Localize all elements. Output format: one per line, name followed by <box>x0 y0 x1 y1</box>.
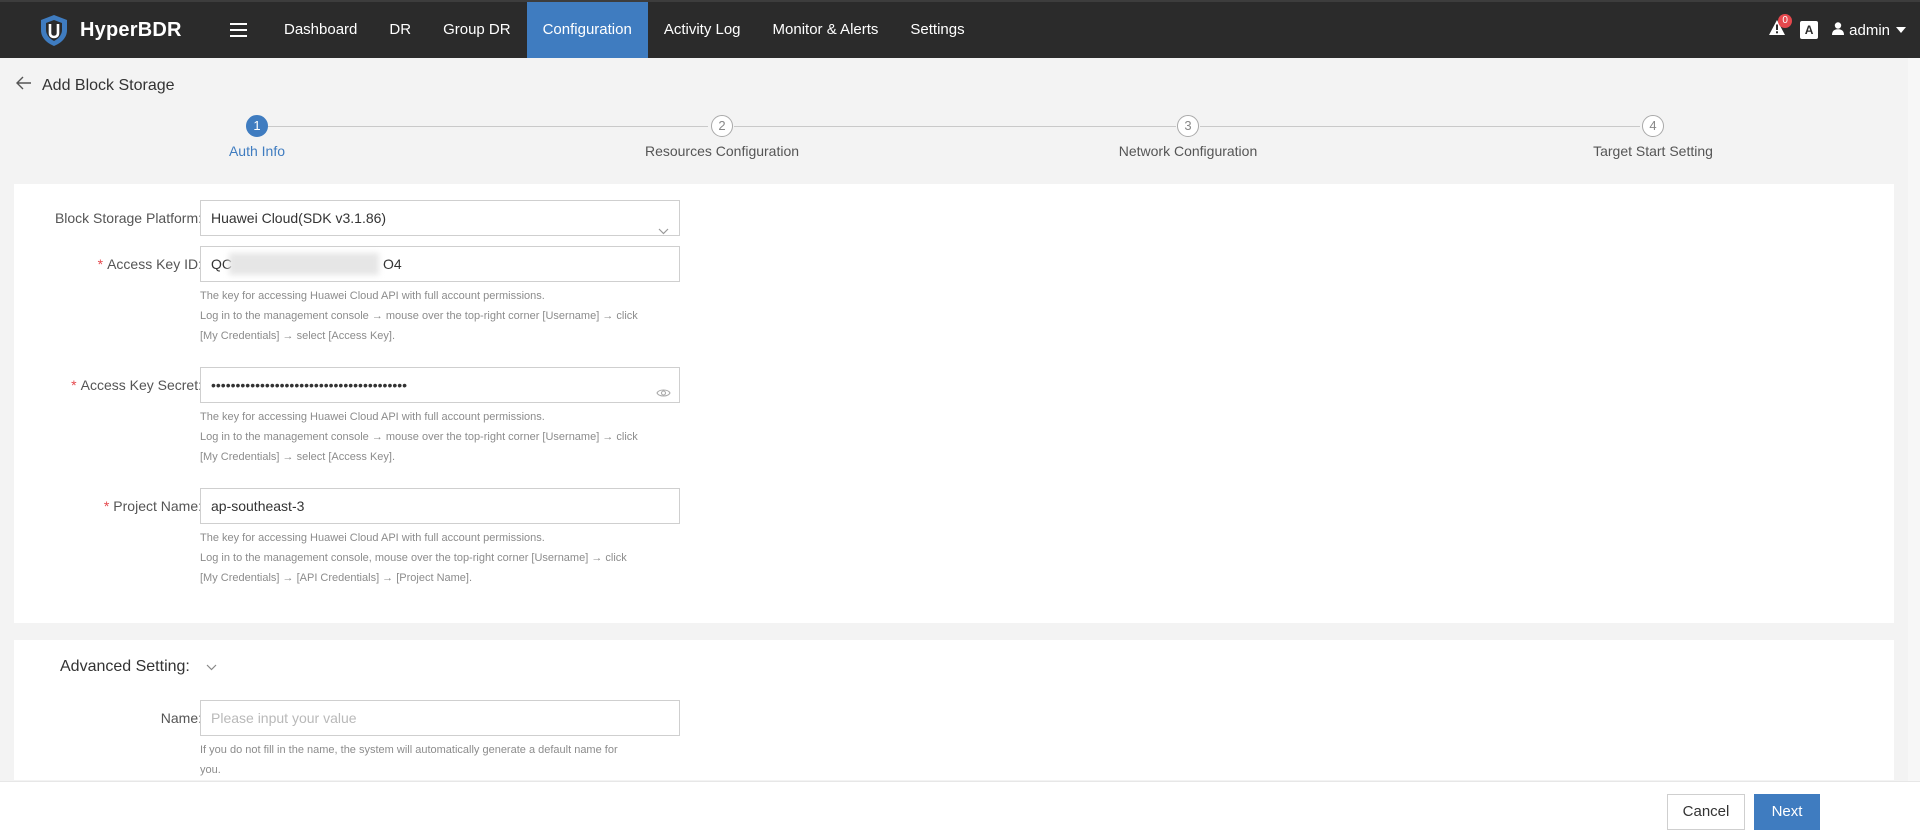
step-label: Resources Configuration <box>644 143 800 159</box>
step-resources-configuration: 2 Resources Configuration <box>622 115 822 159</box>
name-label: Name: <box>160 710 202 726</box>
alert-count-badge: 0 <box>1778 14 1793 28</box>
redaction-blur <box>229 253 379 275</box>
alert-button[interactable]: 0 <box>1764 14 1793 43</box>
access-key-secret-help: The key for accessing Huawei Cloud API w… <box>200 411 638 463</box>
step-label: Network Configuration <box>1118 143 1258 159</box>
wizard-steps: 1 Auth Info 2 Resources Configuration 3 … <box>0 112 1920 172</box>
step-network-configuration: 3 Network Configuration <box>1088 115 1288 159</box>
access-key-id-help: The key for accessing Huawei Cloud API w… <box>200 290 638 342</box>
project-name-input[interactable]: ap-southeast-3 <box>200 488 680 524</box>
arrow-left-icon <box>16 76 32 95</box>
top-navbar: HyperBDR Dashboard DR Group DR Configura… <box>0 0 1920 58</box>
page-scrollbar[interactable] <box>1908 58 1920 781</box>
advanced-setting-toggle[interactable]: Advanced Setting: <box>60 658 217 676</box>
platform-value: Huawei Cloud(SDK v3.1.86) <box>211 210 387 226</box>
step-target-start-setting: 4 Target Start Setting <box>1553 115 1753 159</box>
platform-select[interactable]: Huawei Cloud(SDK v3.1.86) <box>200 200 680 236</box>
nav-monitor-alerts[interactable]: Monitor & Alerts <box>757 2 895 58</box>
chevron-down-icon <box>1896 27 1906 33</box>
step-number: 3 <box>1177 115 1199 137</box>
access-key-secret-label: * Access Key Secret: <box>71 377 202 393</box>
nav-dashboard[interactable]: Dashboard <box>268 2 373 58</box>
main-nav: Dashboard DR Group DR Configuration Acti… <box>268 2 981 58</box>
access-key-id-input[interactable]: QC O4 <box>200 246 680 282</box>
nav-settings[interactable]: Settings <box>894 2 980 58</box>
project-name-label: * Project Name: <box>103 498 202 514</box>
brand[interactable]: HyperBDR <box>38 13 198 47</box>
hyperbdr-logo-icon <box>38 13 70 47</box>
name-input[interactable]: Please input your value <box>200 700 680 736</box>
chevron-down-icon <box>658 213 669 235</box>
step-number: 1 <box>246 115 268 137</box>
chevron-down-icon <box>206 658 217 676</box>
step-number: 4 <box>1642 115 1664 137</box>
name-help: If you do not fill in the name, the syst… <box>200 744 618 776</box>
topbar-tools: 0 A admin <box>1764 2 1920 58</box>
access-key-secret-input[interactable]: •••••••••••••••••••••••••••••••••••••••• <box>200 367 680 403</box>
step-auth-info: 1 Auth Info <box>157 115 357 159</box>
nav-configuration[interactable]: Configuration <box>526 2 648 58</box>
auth-info-card: Block Storage Platform: Huawei Cloud(SDK… <box>14 184 1894 623</box>
step-number: 2 <box>711 115 733 137</box>
page-title: Add Block Storage <box>42 76 175 94</box>
next-button[interactable]: Next <box>1754 794 1820 830</box>
nav-dr[interactable]: DR <box>373 2 427 58</box>
eye-icon[interactable] <box>656 378 671 402</box>
menu-toggle-icon[interactable] <box>218 2 258 58</box>
access-key-secret-value: •••••••••••••••••••••••••••••••••••••••• <box>211 377 408 393</box>
advanced-setting-card: Advanced Setting: Name: Please input you… <box>14 640 1894 780</box>
user-icon <box>1832 21 1845 39</box>
back-button[interactable]: Add Block Storage <box>16 76 175 95</box>
step-label: Target Start Setting <box>1593 143 1713 159</box>
user-menu[interactable]: admin <box>1832 22 1906 39</box>
access-key-id-value-end: O4 <box>383 256 402 272</box>
cancel-button[interactable]: Cancel <box>1667 794 1745 830</box>
step-label: Auth Info <box>228 143 286 159</box>
name-placeholder: Please input your value <box>211 710 357 726</box>
language-icon[interactable]: A <box>1800 21 1819 39</box>
project-name-help: The key for accessing Huawei Cloud API w… <box>200 532 627 584</box>
access-key-id-label: * Access Key ID: <box>97 256 202 272</box>
wizard-footer: Cancel Next <box>0 781 1920 840</box>
username: admin <box>1849 21 1890 39</box>
app-name: HyperBDR <box>80 18 182 41</box>
project-name-value: ap-southeast-3 <box>211 498 305 514</box>
platform-label: Block Storage Platform: <box>54 210 202 226</box>
advanced-setting-title: Advanced Setting: <box>60 658 190 675</box>
nav-activity-log[interactable]: Activity Log <box>648 2 757 58</box>
nav-group-dr[interactable]: Group DR <box>427 2 527 58</box>
